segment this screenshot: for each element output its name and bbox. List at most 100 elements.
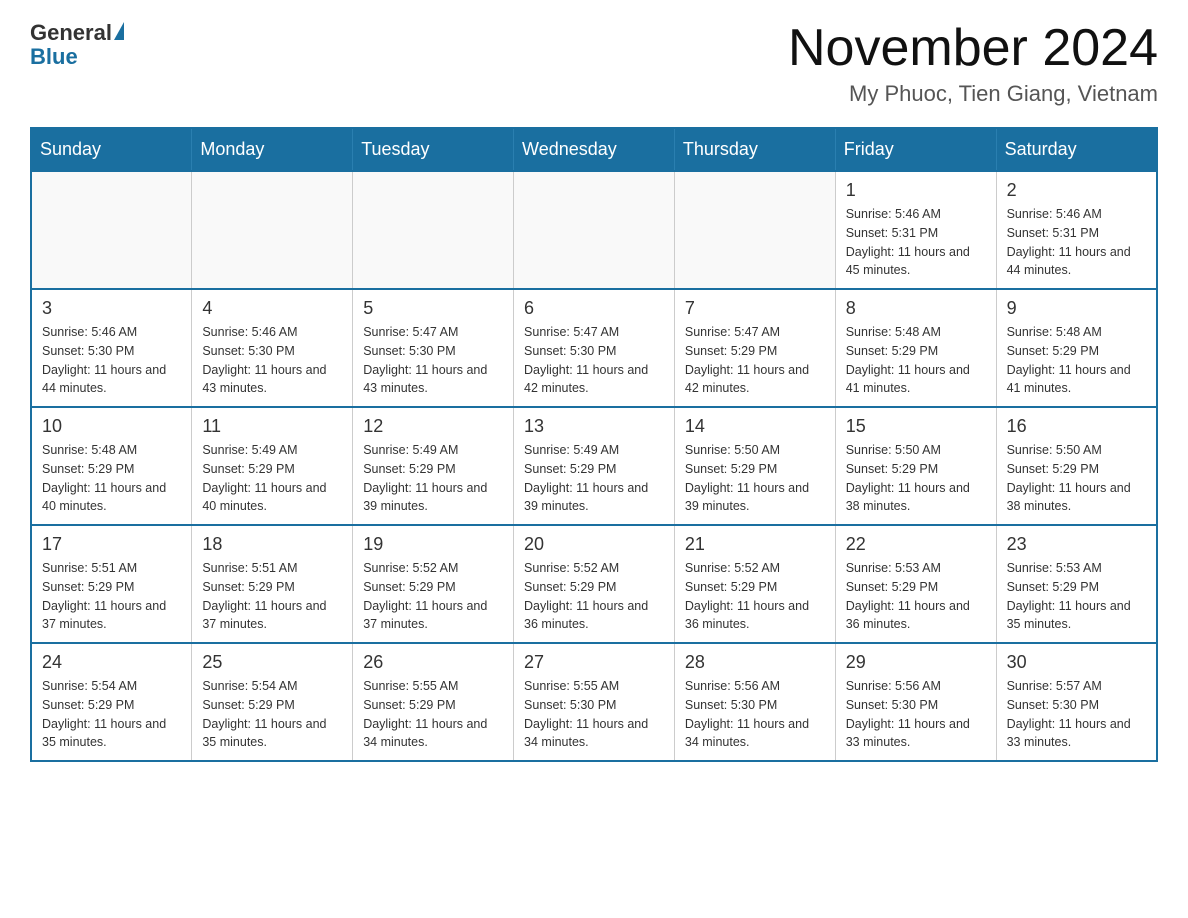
calendar-cell: 5 Sunrise: 5:47 AMSunset: 5:30 PMDaylight…: [353, 289, 514, 407]
day-info: Sunrise: 5:46 AMSunset: 5:31 PMDaylight:…: [846, 205, 986, 280]
day-info: Sunrise: 5:54 AMSunset: 5:29 PMDaylight:…: [202, 677, 342, 752]
day-info: Sunrise: 5:56 AMSunset: 5:30 PMDaylight:…: [846, 677, 986, 752]
day-number: 5: [363, 298, 503, 319]
day-number: 2: [1007, 180, 1146, 201]
day-number: 24: [42, 652, 181, 673]
column-header-monday: Monday: [192, 128, 353, 171]
day-number: 28: [685, 652, 825, 673]
calendar-cell: 13 Sunrise: 5:49 AMSunset: 5:29 PMDayligh…: [514, 407, 675, 525]
day-info: Sunrise: 5:47 AMSunset: 5:29 PMDaylight:…: [685, 323, 825, 398]
day-info: Sunrise: 5:48 AMSunset: 5:29 PMDaylight:…: [846, 323, 986, 398]
day-number: 25: [202, 652, 342, 673]
column-header-thursday: Thursday: [674, 128, 835, 171]
day-number: 12: [363, 416, 503, 437]
calendar-week-1: 1 Sunrise: 5:46 AMSunset: 5:31 PMDaylight…: [31, 171, 1157, 289]
calendar-cell: 27 Sunrise: 5:55 AMSunset: 5:30 PMDayligh…: [514, 643, 675, 761]
calendar-cell: 15Sunrise: 5:50 AMSunset: 5:29 PMDayligh…: [835, 407, 996, 525]
day-number: 9: [1007, 298, 1146, 319]
calendar-cell: [674, 171, 835, 289]
calendar-cell: 23Sunrise: 5:53 AMSunset: 5:29 PMDayligh…: [996, 525, 1157, 643]
calendar-cell: 24 Sunrise: 5:54 AMSunset: 5:29 PMDayligh…: [31, 643, 192, 761]
page-header: General Blue November 2024 My Phuoc, Tie…: [30, 20, 1158, 107]
day-info: Sunrise: 5:47 AMSunset: 5:30 PMDaylight:…: [363, 323, 503, 398]
calendar-cell: 11 Sunrise: 5:49 AMSunset: 5:29 PMDayligh…: [192, 407, 353, 525]
calendar-week-4: 17 Sunrise: 5:51 AMSunset: 5:29 PMDayligh…: [31, 525, 1157, 643]
calendar-cell: 2 Sunrise: 5:46 AMSunset: 5:31 PMDaylight…: [996, 171, 1157, 289]
day-info: Sunrise: 5:46 AMSunset: 5:30 PMDaylight:…: [42, 323, 181, 398]
calendar-cell: 18 Sunrise: 5:51 AMSunset: 5:29 PMDayligh…: [192, 525, 353, 643]
column-header-saturday: Saturday: [996, 128, 1157, 171]
calendar-cell: 21 Sunrise: 5:52 AMSunset: 5:29 PMDayligh…: [674, 525, 835, 643]
day-number: 29: [846, 652, 986, 673]
calendar-week-2: 3 Sunrise: 5:46 AMSunset: 5:30 PMDaylight…: [31, 289, 1157, 407]
day-number: 23: [1007, 534, 1146, 555]
day-number: 6: [524, 298, 664, 319]
logo-general-text: General: [30, 20, 112, 46]
day-number: 7: [685, 298, 825, 319]
day-number: 11: [202, 416, 342, 437]
day-number: 3: [42, 298, 181, 319]
calendar-cell: 17 Sunrise: 5:51 AMSunset: 5:29 PMDayligh…: [31, 525, 192, 643]
day-info: Sunrise: 5:54 AMSunset: 5:29 PMDaylight:…: [42, 677, 181, 752]
calendar-cell: 16 Sunrise: 5:50 AMSunset: 5:29 PMDayligh…: [996, 407, 1157, 525]
day-number: 10: [42, 416, 181, 437]
day-info: Sunrise: 5:51 AMSunset: 5:29 PMDaylight:…: [42, 559, 181, 634]
day-number: 13: [524, 416, 664, 437]
column-header-wednesday: Wednesday: [514, 128, 675, 171]
day-info: Sunrise: 5:49 AMSunset: 5:29 PMDaylight:…: [363, 441, 503, 516]
logo: General Blue: [30, 20, 124, 70]
day-info: Sunrise: 5:50 AMSunset: 5:29 PMDaylight:…: [846, 441, 986, 516]
day-info: Sunrise: 5:46 AMSunset: 5:30 PMDaylight:…: [202, 323, 342, 398]
column-header-tuesday: Tuesday: [353, 128, 514, 171]
day-number: 18: [202, 534, 342, 555]
day-number: 1: [846, 180, 986, 201]
calendar-cell: 8 Sunrise: 5:48 AMSunset: 5:29 PMDaylight…: [835, 289, 996, 407]
day-info: Sunrise: 5:55 AMSunset: 5:29 PMDaylight:…: [363, 677, 503, 752]
calendar-cell: [514, 171, 675, 289]
calendar-header-row: SundayMondayTuesdayWednesdayThursdayFrid…: [31, 128, 1157, 171]
day-number: 20: [524, 534, 664, 555]
location-subtitle: My Phuoc, Tien Giang, Vietnam: [788, 81, 1158, 107]
day-number: 4: [202, 298, 342, 319]
logo-triangle-icon: [114, 22, 124, 40]
day-number: 16: [1007, 416, 1146, 437]
calendar-table: SundayMondayTuesdayWednesdayThursdayFrid…: [30, 127, 1158, 762]
calendar-cell: 22 Sunrise: 5:53 AMSunset: 5:29 PMDayligh…: [835, 525, 996, 643]
day-info: Sunrise: 5:50 AMSunset: 5:29 PMDaylight:…: [685, 441, 825, 516]
calendar-cell: 28Sunrise: 5:56 AMSunset: 5:30 PMDayligh…: [674, 643, 835, 761]
calendar-cell: 19 Sunrise: 5:52 AMSunset: 5:29 PMDayligh…: [353, 525, 514, 643]
day-number: 19: [363, 534, 503, 555]
day-number: 14: [685, 416, 825, 437]
calendar-cell: 7 Sunrise: 5:47 AMSunset: 5:29 PMDaylight…: [674, 289, 835, 407]
day-info: Sunrise: 5:50 AMSunset: 5:29 PMDaylight:…: [1007, 441, 1146, 516]
day-info: Sunrise: 5:49 AMSunset: 5:29 PMDaylight:…: [524, 441, 664, 516]
day-number: 22: [846, 534, 986, 555]
column-header-sunday: Sunday: [31, 128, 192, 171]
day-info: Sunrise: 5:51 AMSunset: 5:29 PMDaylight:…: [202, 559, 342, 634]
calendar-cell: 30Sunrise: 5:57 AMSunset: 5:30 PMDayligh…: [996, 643, 1157, 761]
day-number: 27: [524, 652, 664, 673]
month-year-title: November 2024: [788, 20, 1158, 77]
day-info: Sunrise: 5:53 AMSunset: 5:29 PMDaylight:…: [846, 559, 986, 634]
calendar-cell: 25 Sunrise: 5:54 AMSunset: 5:29 PMDayligh…: [192, 643, 353, 761]
title-section: November 2024 My Phuoc, Tien Giang, Viet…: [788, 20, 1158, 107]
logo-blue-text: Blue: [30, 44, 78, 70]
calendar-cell: 3 Sunrise: 5:46 AMSunset: 5:30 PMDaylight…: [31, 289, 192, 407]
day-info: Sunrise: 5:52 AMSunset: 5:29 PMDaylight:…: [685, 559, 825, 634]
day-info: Sunrise: 5:55 AMSunset: 5:30 PMDaylight:…: [524, 677, 664, 752]
day-number: 21: [685, 534, 825, 555]
day-number: 17: [42, 534, 181, 555]
day-info: Sunrise: 5:48 AMSunset: 5:29 PMDaylight:…: [1007, 323, 1146, 398]
calendar-cell: 14 Sunrise: 5:50 AMSunset: 5:29 PMDayligh…: [674, 407, 835, 525]
day-info: Sunrise: 5:52 AMSunset: 5:29 PMDaylight:…: [524, 559, 664, 634]
calendar-week-3: 10Sunrise: 5:48 AMSunset: 5:29 PMDayligh…: [31, 407, 1157, 525]
day-info: Sunrise: 5:46 AMSunset: 5:31 PMDaylight:…: [1007, 205, 1146, 280]
day-info: Sunrise: 5:49 AMSunset: 5:29 PMDaylight:…: [202, 441, 342, 516]
day-number: 8: [846, 298, 986, 319]
calendar-cell: 26Sunrise: 5:55 AMSunset: 5:29 PMDayligh…: [353, 643, 514, 761]
day-info: Sunrise: 5:52 AMSunset: 5:29 PMDaylight:…: [363, 559, 503, 634]
calendar-cell: 6Sunrise: 5:47 AMSunset: 5:30 PMDaylight…: [514, 289, 675, 407]
calendar-cell: 29 Sunrise: 5:56 AMSunset: 5:30 PMDayligh…: [835, 643, 996, 761]
calendar-cell: [192, 171, 353, 289]
calendar-cell: 1 Sunrise: 5:46 AMSunset: 5:31 PMDaylight…: [835, 171, 996, 289]
